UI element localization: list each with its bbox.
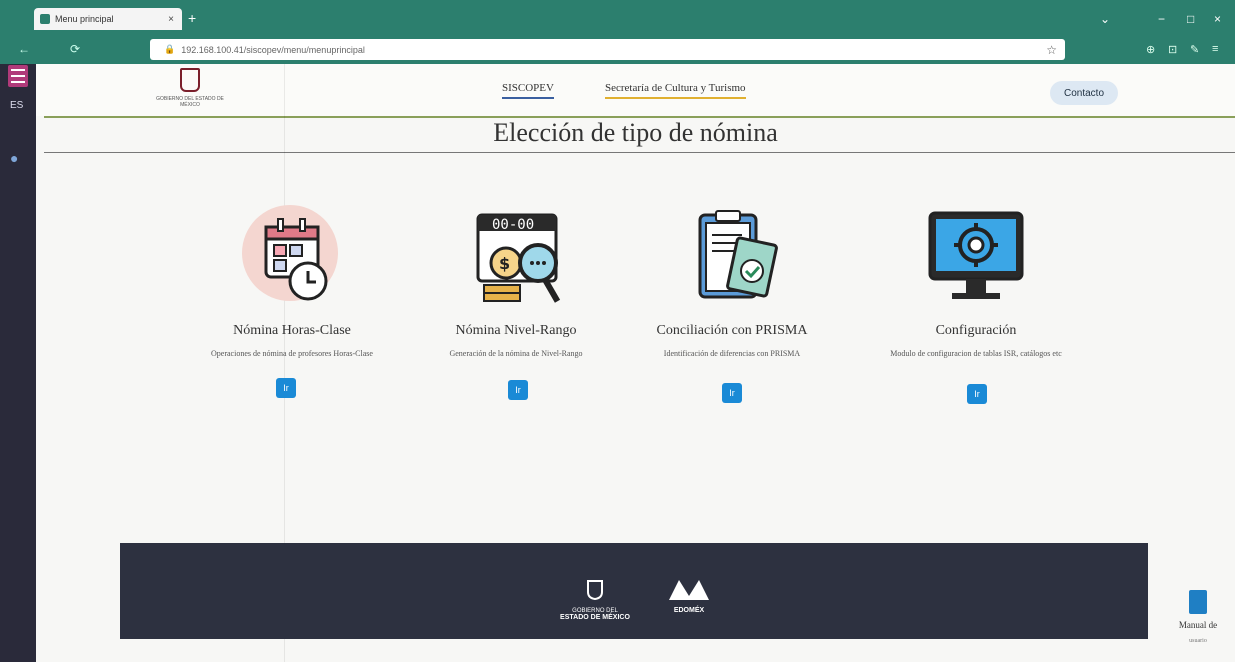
card-title: Conciliación con PRISMA: [656, 323, 808, 338]
book-icon: [1189, 590, 1207, 614]
address-bar[interactable]: 🔒 192.168.100.41/siscopev/menu/menuprinc…: [150, 39, 1065, 60]
page-title: Elección de tipo de nómina: [493, 118, 778, 147]
close-window-button[interactable]: ×: [1214, 12, 1221, 26]
maximize-button[interactable]: □: [1187, 12, 1194, 26]
go-conciliacion-button[interactable]: Ir: [722, 383, 742, 403]
lock-icon: 🔒: [164, 44, 176, 54]
user-manual-link[interactable]: Manual de usuario: [1166, 590, 1230, 644]
money-search-icon: 00-00 $: [456, 205, 576, 315]
mountain-logo-icon: [669, 580, 709, 600]
monitor-gear-icon: [916, 205, 1036, 315]
contact-button[interactable]: Contacto: [1050, 81, 1118, 105]
card-description: Generación de la nómina de Nivel-Rango: [449, 349, 583, 358]
card-title: Nómina Nivel-Rango: [455, 323, 577, 338]
svg-text:$: $: [499, 254, 510, 273]
gobierno-logo: GOBIERNO DEL ESTADO DE MÉXICO: [550, 580, 640, 621]
nav-link-secretaria[interactable]: Secretaría de Cultura y Turismo: [605, 82, 746, 99]
tab-list-chevron-icon[interactable]: ⌄: [1100, 12, 1110, 26]
card-nivel-rango: 00-00 $ Nómina Nivel-Rango Generación de…: [406, 205, 626, 358]
manual-label: Manual de: [1178, 620, 1218, 630]
hamburger-menu-icon[interactable]: [8, 65, 28, 87]
estado-text: ESTADO DE MÉXICO: [560, 614, 630, 621]
tab-favicon-icon: [40, 14, 50, 24]
tab-title: Menu principal: [55, 14, 114, 24]
go-nivel-rango-button[interactable]: Ir: [508, 380, 528, 400]
back-icon[interactable]: ←: [18, 42, 30, 56]
card-configuracion: Configuración Modulo de configuracion de…: [866, 205, 1086, 358]
edomex-text: EDOMÉX: [673, 607, 705, 614]
nav-link-siscopev[interactable]: SISCOPEV: [502, 82, 554, 99]
svg-text:00-00: 00-00: [492, 217, 534, 233]
menu-icon[interactable]: ≡: [1212, 43, 1218, 55]
card-description: Operaciones de nómina de profesores Hora…: [211, 349, 373, 358]
new-tab-button[interactable]: +: [188, 10, 196, 26]
user-icon[interactable]: ●: [10, 150, 18, 166]
browser-tab[interactable]: Menu principal ×: [34, 8, 182, 30]
reload-icon[interactable]: ⟳: [70, 42, 80, 56]
extension-icon[interactable]: ✎: [1190, 43, 1199, 56]
card-conciliacion: Conciliación con PRISMA Identificación d…: [622, 205, 842, 358]
browser-titlebar: [0, 0, 1235, 34]
calendar-clock-icon: [232, 205, 352, 315]
shield-icon: [587, 580, 603, 601]
extension-icon[interactable]: ⊕: [1146, 43, 1155, 56]
url-text: 192.168.100.41/siscopev/menu/menuprincip…: [181, 44, 365, 55]
edomex-logo: GOBIERNO DEL ESTADO DE MÉXICO: [150, 68, 230, 108]
card-horas-clase: Nómina Horas-Clase Operaciones de nómina…: [182, 205, 402, 358]
card-description: Identificación de diferencias con PRISMA: [663, 349, 801, 358]
shield-icon: [180, 68, 200, 92]
go-horas-clase-button[interactable]: Ir: [276, 378, 296, 398]
extension-icon[interactable]: ⊡: [1168, 43, 1177, 56]
card-description: Modulo de configuracion de tablas ISR, c…: [890, 349, 1062, 358]
minimize-button[interactable]: −: [1158, 12, 1165, 26]
bookmark-star-icon[interactable]: ☆: [1046, 43, 1057, 57]
manual-sublabel: usuario: [1189, 638, 1207, 644]
title-divider: [44, 152, 1235, 153]
tab-close-icon[interactable]: ×: [168, 14, 174, 25]
logo-text: GOBIERNO DEL ESTADO DE MÉXICO: [156, 96, 224, 108]
go-configuracion-button[interactable]: Ir: [967, 384, 987, 404]
sidebar-item-es[interactable]: ES: [10, 100, 23, 111]
edomex-logo: EDOMÉX: [664, 578, 714, 614]
card-title: Nómina Horas-Clase: [233, 323, 351, 338]
card-title: Configuración: [935, 323, 1017, 338]
clipboard-check-icon: [672, 205, 792, 315]
